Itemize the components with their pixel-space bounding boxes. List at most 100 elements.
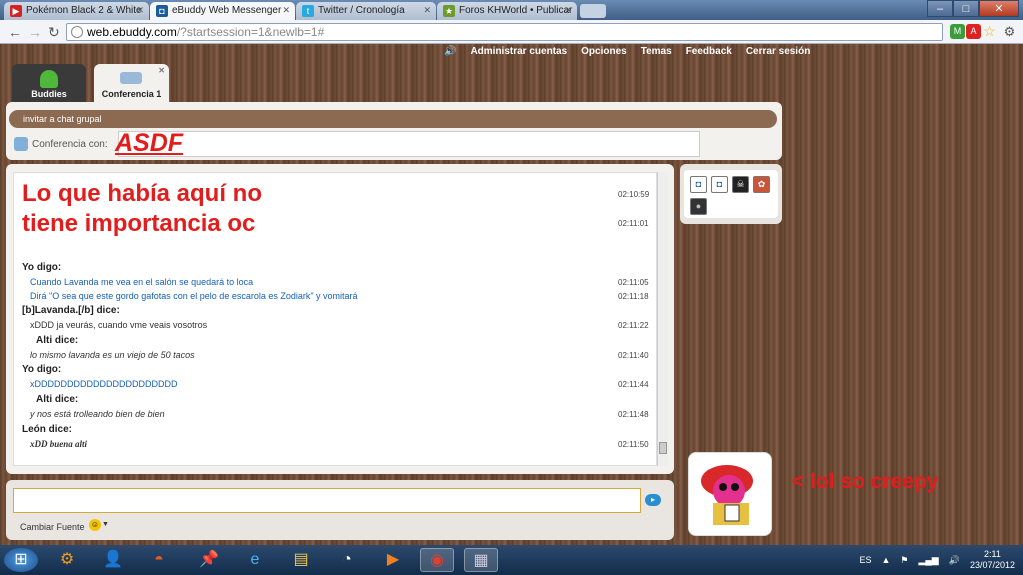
scroll-thumb[interactable] xyxy=(659,442,667,454)
ebuddy-top-menu: 🔊 Administrar cuentas Opciones Temas Fee… xyxy=(444,46,810,60)
twitter-icon: t xyxy=(302,5,314,17)
language-indicator[interactable]: ES xyxy=(859,555,871,565)
speaker-icon[interactable]: 🔊 xyxy=(444,46,456,60)
tab-buddies[interactable]: Buddies xyxy=(12,64,86,102)
menu-options[interactable]: Opciones xyxy=(581,46,627,60)
browser-tab-ebuddy[interactable]: ◘ eBuddy Web Messenger ✕ xyxy=(150,2,295,20)
browser-tab-twitter[interactable]: t Twitter / Cronología ✕ xyxy=(296,2,436,20)
folder-icon[interactable]: ▤ xyxy=(284,548,318,572)
chrome-icon[interactable]: ◉ xyxy=(420,548,454,572)
adblock-icon[interactable]: A xyxy=(966,24,981,39)
menu-themes[interactable]: Temas xyxy=(641,46,672,60)
close-icon[interactable]: ✕ xyxy=(423,5,431,16)
maximize-button[interactable]: □ xyxy=(953,0,979,17)
tab-conference-label: Conferencia 1 xyxy=(101,89,162,99)
network-signal-icon[interactable]: ▂▄▆ xyxy=(919,555,939,566)
new-tab-button[interactable] xyxy=(580,4,606,18)
internet-explorer-icon[interactable]: e xyxy=(238,548,272,572)
url-host: web.ebuddy.com xyxy=(87,25,177,39)
browser-tab-bar: ▶ Pokémon Black 2 & White ✕ ◘ eBuddy Web… xyxy=(0,0,1023,20)
browser-tab-khworld[interactable]: ★ Foros KHWorld • Publicar ✕ xyxy=(437,2,577,20)
timestamp: 02:11:48 xyxy=(618,410,649,419)
media-player-icon[interactable]: ▶ xyxy=(376,548,410,572)
minimize-button[interactable]: – xyxy=(927,0,953,17)
windows-taskbar: ⊞ ⚙ 👤 ◓ 📌 e ▤ ◔ ▶ ◉ ▦ ES ▲ ⚑ ▂▄▆ 🔊 2:11 … xyxy=(0,545,1023,575)
participant-avatar-ebuddy-icon[interactable]: ◘ xyxy=(690,176,707,193)
clock-app-icon[interactable]: ◔ xyxy=(330,548,364,572)
invite-bar[interactable]: invitar a chat grupal xyxy=(9,110,777,128)
window-controls: – □ ✕ xyxy=(927,0,1019,18)
asdf-overlay-text: ASDF xyxy=(115,129,184,157)
tab-title: Twitter / Cronología xyxy=(318,5,405,16)
address-bar[interactable]: web.ebuddy.com/?startsession=1&newlb=1# xyxy=(66,23,943,41)
user-icon[interactable]: 👤 xyxy=(96,548,130,572)
menu-manage-accounts[interactable]: Administrar cuentas xyxy=(470,46,567,60)
message-text: y nos está trolleando bien de bien xyxy=(30,409,165,419)
tab-buddies-label: Buddies xyxy=(31,89,67,99)
participant-avatar-character-icon[interactable]: ✿ xyxy=(753,176,770,193)
tab-title: Foros KHWorld • Publicar xyxy=(459,5,573,16)
message-sender: León dice: xyxy=(22,424,73,435)
url-path: /?startsession=1&newlb=1# xyxy=(176,25,325,39)
timestamp: 02:11:44 xyxy=(618,380,649,389)
user-avatar xyxy=(688,452,772,536)
conference-participants-field xyxy=(118,131,700,157)
participant-avatar-skull-icon[interactable]: ☠ xyxy=(732,176,749,193)
participant-avatar-ebuddy-icon[interactable]: ◘ xyxy=(711,176,728,193)
tab-title: Pokémon Black 2 & White xyxy=(26,5,142,16)
reload-icon[interactable]: ↻ xyxy=(48,24,60,41)
pokeball-icon[interactable]: ◓ xyxy=(142,548,176,572)
settings-gear-icon[interactable]: ⚙ xyxy=(50,548,84,572)
message-sender: Yo digo: xyxy=(22,364,62,375)
participant-avatar-dark-icon[interactable]: ● xyxy=(690,198,707,215)
message-input[interactable] xyxy=(13,488,641,513)
menu-logout[interactable]: Cerrar sesión xyxy=(746,46,810,60)
change-font-link[interactable]: Cambiar Fuente xyxy=(20,522,85,532)
creepy-avatar-icon xyxy=(699,463,763,527)
overlay-line-1: Lo que había aquí no xyxy=(22,180,262,207)
tray-expand-icon[interactable]: ▲ xyxy=(882,555,891,565)
buddy-icon xyxy=(40,70,58,88)
start-button-windows-icon[interactable]: ⊞ xyxy=(4,548,38,572)
image-viewer-icon[interactable]: ▦ xyxy=(464,548,498,572)
timestamp: 02:11:05 xyxy=(618,278,649,287)
volume-icon[interactable]: 🔊 xyxy=(949,555,960,566)
chat-scrollbar[interactable] xyxy=(657,172,668,466)
forward-arrow-icon[interactable]: → xyxy=(28,24,42,40)
youtube-icon: ▶ xyxy=(10,5,22,17)
emoticon-icon[interactable]: ☺ xyxy=(89,519,101,531)
extension-m-icon[interactable]: M xyxy=(950,24,965,39)
flag-icon[interactable]: ⚑ xyxy=(900,555,908,566)
browser-tab-pokemon[interactable]: ▶ Pokémon Black 2 & White ✕ xyxy=(4,2,149,20)
message-text: xDDD ja veurás, cuando vme veais vosotro… xyxy=(30,320,208,330)
close-icon[interactable]: ✕ xyxy=(136,5,144,16)
system-tray: ES ▲ ⚑ ▂▄▆ 🔊 2:11 23/07/2012 xyxy=(859,549,1015,571)
star-icon[interactable]: ☆ xyxy=(982,24,997,39)
conference-label: Conferencia con: xyxy=(32,139,108,150)
menu-feedback[interactable]: Feedback xyxy=(686,46,732,60)
clock[interactable]: 2:11 23/07/2012 xyxy=(970,549,1015,571)
close-icon[interactable]: ✕ xyxy=(564,5,572,16)
timestamp: 02:11:50 xyxy=(618,440,649,449)
message-sender: Alti dice: xyxy=(36,394,79,405)
message-text: lo mismo lavanda es un viejo de 50 tacos xyxy=(30,350,195,360)
timestamp: 02:11:22 xyxy=(618,321,649,330)
wrench-icon[interactable]: ⚙ xyxy=(1002,24,1017,39)
message-text: Cuando Lavanda me vea en el salón se que… xyxy=(30,277,254,287)
chevron-down-icon[interactable]: ▼ xyxy=(102,521,109,528)
message-text: Dirá "O sea que este gordo gafotas con e… xyxy=(30,291,358,301)
close-icon[interactable]: ✕ xyxy=(282,5,290,16)
participants-list: ◘ ◘ ☠ ✿ ● xyxy=(684,170,778,218)
clock-time: 2:11 xyxy=(984,549,1001,559)
close-icon[interactable]: ✕ xyxy=(158,66,165,75)
window-close-button[interactable]: ✕ xyxy=(979,0,1019,17)
pin-icon[interactable]: 📌 xyxy=(192,548,226,572)
conference-icon xyxy=(14,137,28,151)
message-sender: Alti dice: xyxy=(36,335,79,346)
ebuddy-icon: ◘ xyxy=(156,5,168,17)
send-button[interactable]: ▸ xyxy=(645,494,661,506)
back-arrow-icon[interactable]: ← xyxy=(8,24,22,40)
tab-conference[interactable]: ✕ Conferencia 1 xyxy=(94,64,169,102)
clock-date: 23/07/2012 xyxy=(969,560,1015,570)
globe-icon xyxy=(71,26,83,38)
